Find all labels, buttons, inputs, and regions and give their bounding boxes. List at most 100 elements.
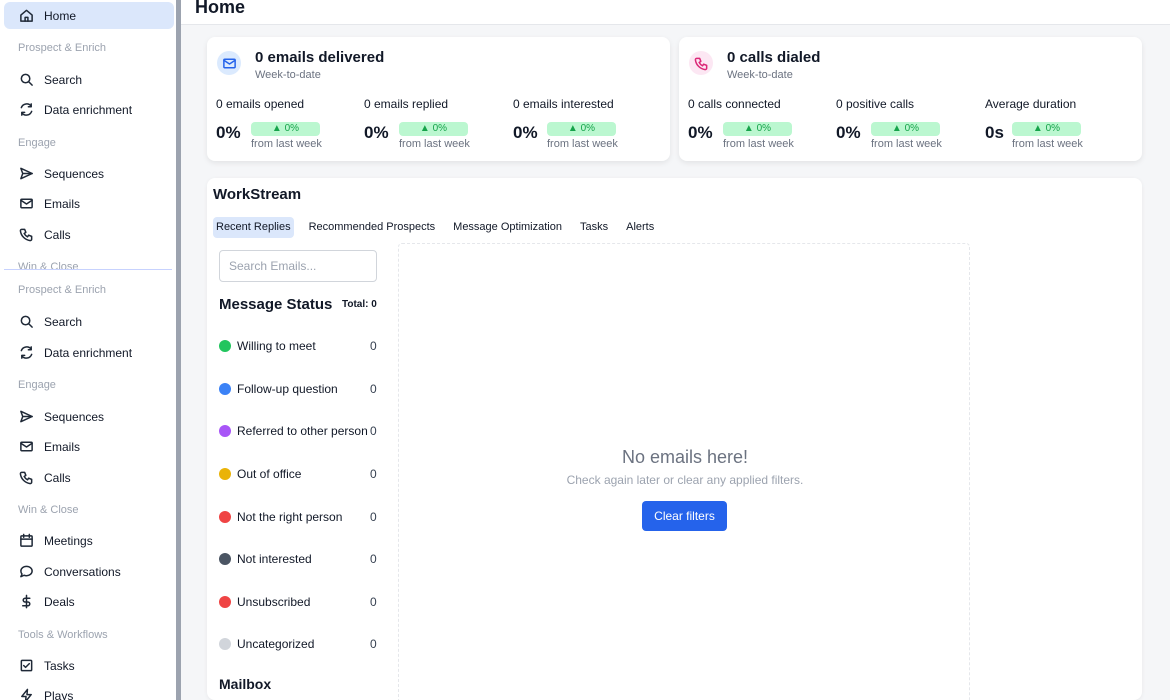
phone-icon	[18, 470, 34, 486]
sidebar-item-label: Search	[44, 314, 83, 329]
email-list-panel: No emails here! Check again later or cle…	[398, 243, 970, 700]
status-label: Willing to meet	[237, 339, 316, 353]
mail-icon	[217, 51, 241, 75]
metric-label: 0 emails interested	[513, 97, 614, 111]
sidebar-item-label: Tasks	[44, 658, 75, 673]
metric-value: 0%	[688, 123, 713, 142]
metric-value: 0s	[985, 123, 1004, 142]
send-icon	[18, 166, 34, 182]
tab-alerts[interactable]: Alerts	[623, 217, 657, 238]
sidebar-item-label: Conversations	[44, 564, 121, 579]
status-item[interactable]: Follow-up question 0	[219, 380, 377, 398]
page-header: Home	[181, 0, 1170, 25]
sidebar-item-calls[interactable]: Calls	[4, 221, 174, 248]
status-label: Follow-up question	[237, 382, 338, 396]
change-caption: from last week	[871, 138, 942, 150]
metric-label: 0 emails replied	[364, 97, 449, 111]
refresh-icon	[18, 102, 34, 118]
sidebar-item-label: Calls	[44, 227, 71, 242]
search-icon	[18, 72, 34, 88]
card-title: 0 calls dialed	[727, 49, 821, 66]
chat-bubble-icon	[18, 564, 34, 580]
sidebar-item-tasks[interactable]: Tasks	[4, 652, 174, 679]
sidebar-item-label: Meetings	[44, 533, 93, 548]
search-emails-input[interactable]: Search Emails...	[219, 250, 377, 282]
status-count: 0	[370, 424, 377, 438]
sidebar-item-emails[interactable]: Emails	[4, 190, 174, 217]
workstream-title: WorkStream	[213, 186, 302, 203]
tab-recommended-prospects[interactable]: Recommended Prospects	[306, 217, 439, 238]
checkbox-icon	[18, 658, 34, 674]
sidebar-item-label: Calls	[44, 470, 71, 485]
status-item[interactable]: Willing to meet 0	[219, 337, 377, 355]
sidebar-item-meetings[interactable]: Meetings	[4, 527, 174, 554]
sidebar-item-data-enrichment[interactable]: Data enrichment	[4, 339, 174, 366]
metric-average-duration: Average duration 0s ▲ 0% from last week	[985, 97, 1130, 150]
sidebar-item-deals[interactable]: Deals	[4, 588, 174, 615]
sidebar-item-sequences[interactable]: Sequences	[4, 160, 174, 187]
empty-state-subtitle: Check again later or clear any applied f…	[566, 473, 804, 487]
tab-message-optimization[interactable]: Message Optimization	[450, 217, 565, 238]
send-icon	[18, 409, 34, 425]
status-label: Unsubscribed	[237, 595, 311, 609]
sidebar-item-data-enrichment[interactable]: Data enrichment	[4, 96, 174, 123]
change-caption: from last week	[547, 138, 618, 150]
card-title: 0 emails delivered	[255, 49, 385, 66]
sidebar-item-conversations[interactable]: Conversations	[4, 558, 174, 585]
sidebar-item-label: Data enrichment	[44, 102, 133, 117]
sidebar-item-plays[interactable]: Plays	[4, 682, 174, 700]
status-item[interactable]: Not the right person 0	[219, 508, 377, 526]
status-dot-icon	[219, 553, 231, 565]
status-dot-icon	[219, 638, 231, 650]
change-caption: from last week	[1012, 138, 1083, 150]
sidebar-item-search[interactable]: Search	[4, 308, 174, 335]
empty-state-title: No emails here!	[621, 447, 749, 467]
status-dot-icon	[219, 425, 231, 437]
clear-filters-button[interactable]: Clear filters	[642, 501, 727, 531]
status-label: Not the right person	[237, 510, 343, 524]
status-count: 0	[370, 595, 377, 609]
change-caption: from last week	[723, 138, 794, 150]
change-badge: ▲ 0%	[251, 122, 320, 136]
change-caption: from last week	[399, 138, 470, 150]
tab-recent-replies[interactable]: Recent Replies	[213, 217, 294, 238]
status-label: Referred to other person	[237, 424, 368, 438]
status-item[interactable]: Uncategorized 0	[219, 635, 377, 653]
tab-tasks[interactable]: Tasks	[577, 217, 611, 238]
status-dot-icon	[219, 511, 231, 523]
section-engage: Engage	[18, 137, 56, 149]
section-engage: Engage	[18, 379, 56, 391]
metric-value: 0%	[513, 123, 538, 142]
sidebar-item-emails[interactable]: Emails	[4, 433, 174, 460]
metric-value: 0%	[836, 123, 861, 142]
metric-label: Average duration	[985, 97, 1077, 111]
mail-icon	[18, 196, 34, 212]
status-dot-icon	[219, 383, 231, 395]
sidebar-item-sequences[interactable]: Sequences	[4, 403, 174, 430]
metric-emails-interested: 0 emails interested 0% ▲ 0% from last we…	[513, 97, 658, 150]
phone-icon	[18, 227, 34, 243]
emails-summary-card: 0 emails delivered Week-to-date 0 emails…	[207, 37, 670, 161]
metric-emails-opened: 0 emails opened 0% ▲ 0% from last week	[216, 97, 361, 150]
sidebar-item-search[interactable]: Search	[4, 66, 174, 93]
metric-value: 0%	[364, 123, 389, 142]
change-badge: ▲ 0%	[547, 122, 616, 136]
card-subtitle: Week-to-date	[727, 69, 793, 81]
status-item[interactable]: Out of office 0	[219, 465, 377, 483]
page-title: Home	[195, 0, 246, 17]
home-icon	[18, 8, 34, 24]
sidebar-item-label: Home	[44, 8, 77, 23]
metric-label: 0 positive calls	[836, 97, 915, 111]
status-item[interactable]: Unsubscribed 0	[219, 593, 377, 611]
search-icon	[18, 314, 34, 330]
status-item[interactable]: Referred to other person 0	[219, 422, 377, 440]
workstream-tabs: Recent Replies Recommended Prospects Mes…	[213, 217, 669, 238]
status-item[interactable]: Not interested 0	[219, 550, 377, 568]
message-status-total: Total: 0	[342, 299, 377, 310]
sidebar-item-calls[interactable]: Calls	[4, 464, 174, 491]
sidebar-item-home[interactable]: Home	[4, 2, 174, 29]
status-dot-icon	[219, 596, 231, 608]
status-count: 0	[370, 382, 377, 396]
metric-value: 0%	[216, 123, 241, 142]
status-count: 0	[370, 510, 377, 524]
